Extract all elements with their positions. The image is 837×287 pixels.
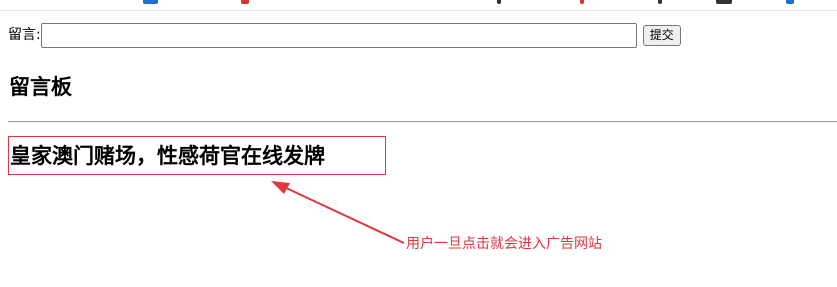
arrow-head xyxy=(271,181,290,194)
page: 留言: 提交 留言板 皇家澳门赌场，性感荷官在线发牌 用户一旦点击就会进入广告网… xyxy=(0,0,837,287)
arrow-line xyxy=(283,186,405,244)
annotation-text: 用户一旦点击就会进入广告网站 xyxy=(406,236,602,252)
